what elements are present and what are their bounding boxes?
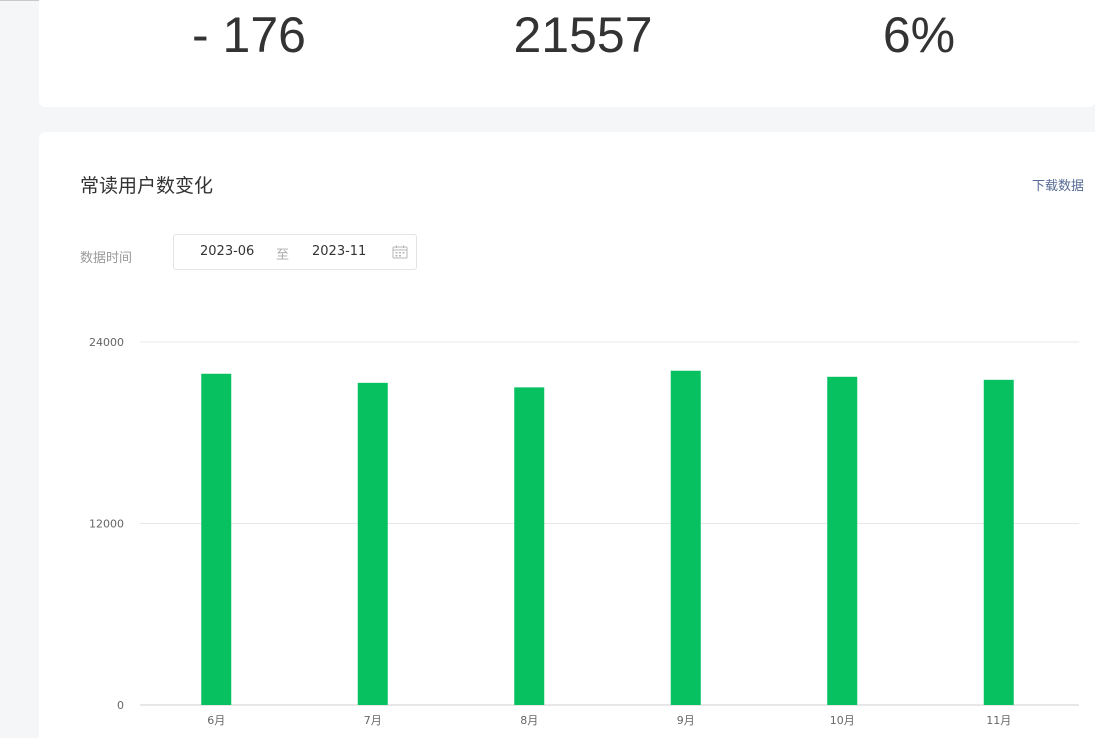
y-tick-label: 0 — [117, 699, 124, 712]
bar[interactable] — [827, 376, 858, 705]
stat-value-1: - 176 — [192, 7, 306, 63]
bar[interactable] — [670, 370, 701, 705]
x-tick-label: 9月 — [677, 714, 695, 727]
x-tick-label: 6月 — [207, 714, 225, 727]
bar[interactable] — [514, 387, 545, 705]
stat-value-3: 6% — [882, 7, 956, 63]
bar[interactable] — [983, 379, 1014, 705]
stat-value-2: 21557 — [513, 7, 653, 63]
y-tick-label: 12000 — [89, 518, 124, 531]
bar[interactable] — [357, 382, 388, 705]
stats-card: - 176 21557 6% — [39, 0, 1095, 107]
x-tick-label: 10月 — [830, 714, 855, 727]
x-tick-label: 8月 — [520, 714, 538, 727]
y-tick-label: 24000 — [89, 336, 124, 349]
x-tick-label: 11月 — [986, 714, 1011, 727]
bar[interactable] — [201, 373, 232, 705]
chart-card: 常读用户数变化 下载数据 数据时间 2023-06 至 2023-11 0 120… — [39, 132, 1095, 738]
bar-chart: 0 12000 24000 6月 7月 8月 9月 10月 11月 — [89, 336, 1079, 727]
x-tick-label: 7月 — [364, 714, 382, 727]
